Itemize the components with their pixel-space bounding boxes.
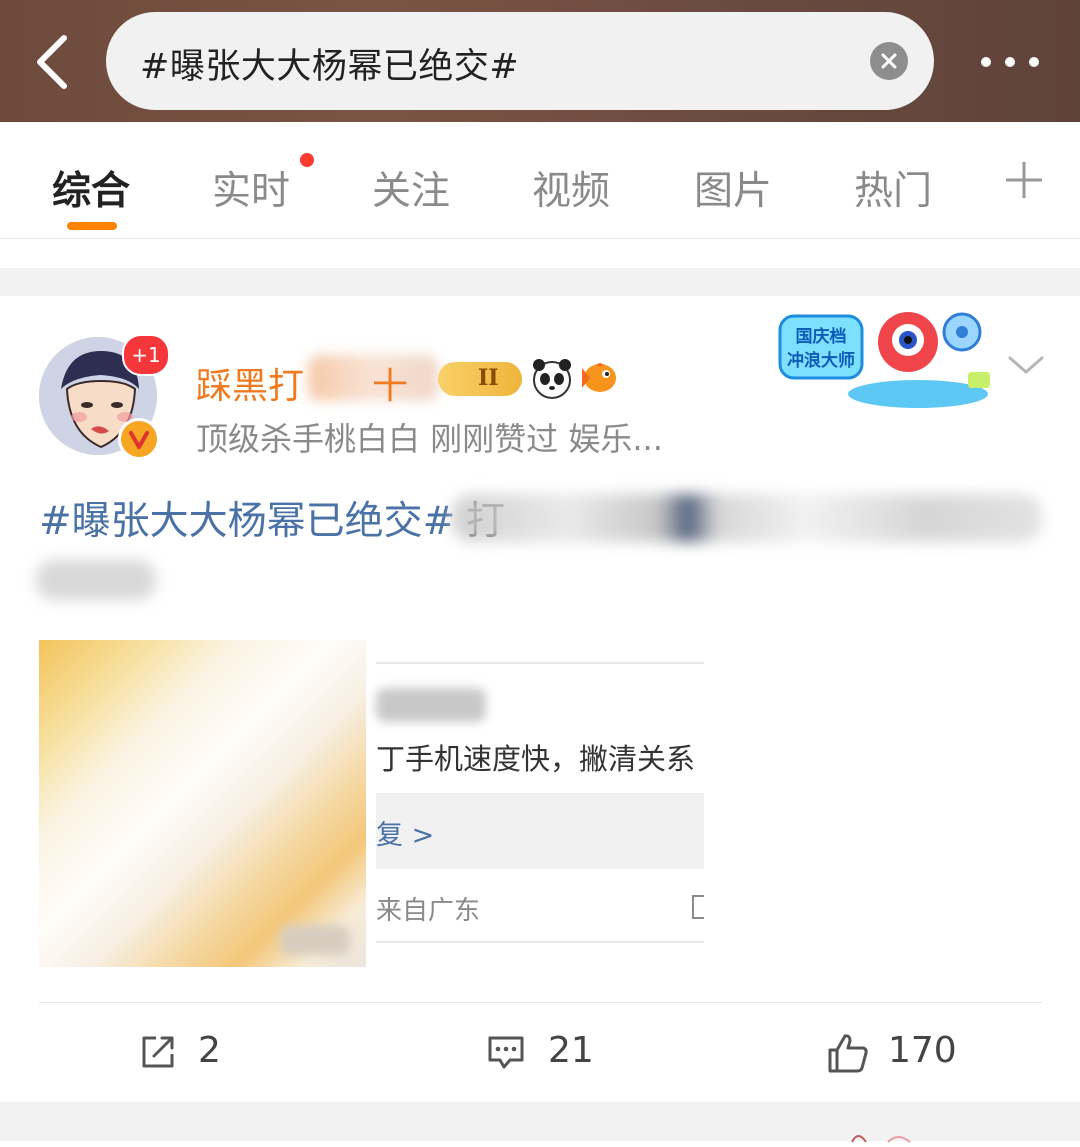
event-sticker[interactable]: 国庆档 冲浪大师 (768, 302, 1000, 412)
comment-button[interactable]: 21 (486, 1030, 626, 1072)
post-menu-button[interactable] (1006, 350, 1046, 380)
add-tab-button[interactable] (1004, 160, 1044, 200)
like-count: 170 (888, 1030, 957, 1071)
comment-count: 21 (548, 1030, 594, 1071)
divider (376, 662, 704, 664)
new-indicator-dot (300, 153, 314, 167)
redacted-body-text-line2 (36, 560, 156, 600)
post-hashtag[interactable]: #曝张大大杨幂已绝交# (39, 490, 455, 546)
fish-icon (578, 356, 620, 398)
repost-button[interactable]: 2 (138, 1030, 258, 1072)
tab-hot[interactable]: 热门 (854, 160, 934, 216)
screenshot-reply-box: 复 > (376, 793, 704, 869)
divider (376, 941, 704, 943)
more-button[interactable] (978, 47, 1042, 77)
level-badge-label: II (478, 365, 499, 391)
sticker-text-2: 冲浪大师 (787, 350, 855, 371)
redacted-body-text (452, 494, 1042, 542)
username-fragment: 十 (372, 366, 409, 407)
username[interactable]: 踩黑打 (196, 357, 304, 409)
more-dots-icon (981, 57, 1039, 67)
screenshot-reply-link: 复 > (376, 820, 435, 851)
panda-icon (530, 356, 574, 400)
tab-realtime[interactable]: 实时 (212, 160, 290, 216)
tab-images[interactable]: 图片 (694, 160, 772, 216)
screenshot-icon-fragment (692, 895, 704, 919)
national-day-sticker-icon: 国庆档 冲浪大师 (778, 312, 990, 408)
screenshot-text-line: 丁手机速度快，撇清关系 (376, 742, 696, 776)
decoration-icon (848, 1128, 918, 1143)
tab-following[interactable]: 关注 (372, 160, 450, 216)
section-gap (0, 268, 1080, 296)
post-actions-divider (39, 1002, 1042, 1003)
comment-icon (488, 1036, 524, 1069)
like-button[interactable]: 170 (826, 1030, 966, 1073)
clear-icon[interactable] (870, 42, 908, 80)
section-gap (0, 1102, 1080, 1141)
notification-badge: +1 (122, 334, 170, 376)
redacted-watermark (280, 925, 350, 955)
search-query-text: #曝张大大杨幂已绝交# (140, 47, 520, 87)
chevron-down-icon (1008, 356, 1044, 374)
search-input[interactable]: #曝张大大杨幂已绝交# (106, 12, 934, 110)
verified-icon (118, 418, 160, 460)
redacted-screenshot-text (376, 688, 486, 722)
divider (0, 238, 1080, 239)
sticker-text-1: 国庆档 (796, 326, 847, 347)
active-tab-indicator (67, 222, 117, 230)
screenshot-location: 来自广东 (376, 896, 481, 926)
chevron-left-icon (37, 35, 67, 89)
repost-icon (142, 1036, 174, 1068)
post-image[interactable] (39, 640, 366, 967)
repost-count: 2 (198, 1030, 221, 1071)
thumbs-up-icon (828, 1034, 868, 1073)
tab-video[interactable]: 视频 (532, 160, 610, 216)
plus-icon (1006, 162, 1042, 198)
tab-comprehensive[interactable]: 综合 (52, 160, 130, 216)
back-button[interactable] (30, 30, 78, 94)
post-subtitle: 顶级杀手桃白白 刚刚赞过 娱乐... (196, 420, 663, 458)
top-bar: #曝张大大杨幂已绝交# (0, 0, 1080, 122)
